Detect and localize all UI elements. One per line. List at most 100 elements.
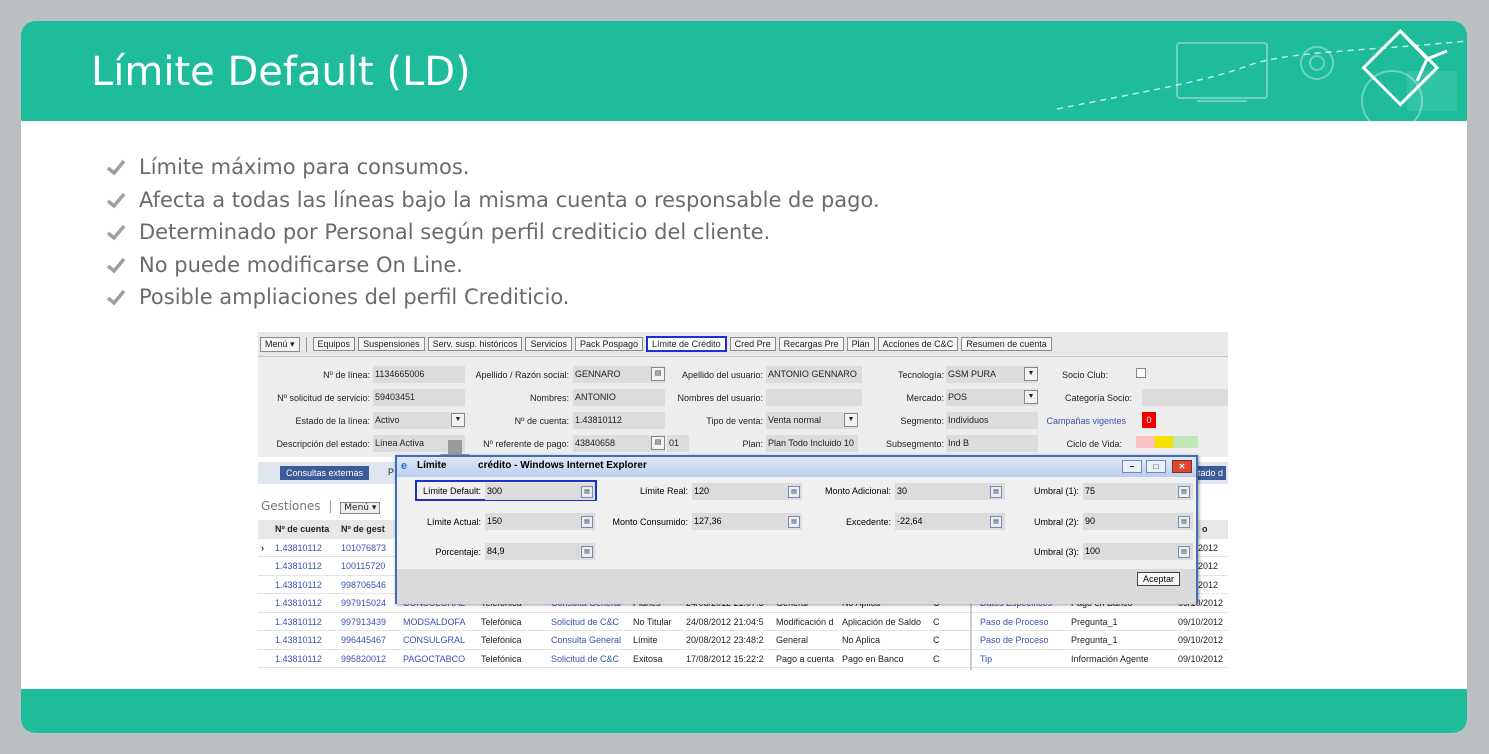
excedente-field[interactable]: -22,64 (895, 513, 1005, 530)
calculator-icon[interactable]: ▤ (581, 486, 593, 498)
cell-cuenta[interactable]: 1.43810112 (275, 635, 322, 645)
porcentaje-field[interactable]: 84,9 (485, 543, 595, 560)
chevron-down-icon[interactable]: ▼ (1024, 390, 1038, 404)
tab-acciones-cc[interactable]: Acciones de C&C (877, 337, 959, 351)
cell-tipo[interactable]: Solicitud de C&C (551, 654, 619, 664)
cell-gest[interactable]: 101076873 (341, 543, 386, 553)
bullet-text: Posible ampliaciones del perfil Creditic… (139, 285, 570, 310)
monto-adicional-field[interactable]: 30 (895, 483, 1005, 500)
cell-gest[interactable]: 998706546 (341, 580, 386, 590)
plan-field[interactable]: Plan Todo Incluido 10 (766, 435, 858, 452)
col-gest-header[interactable]: Nº de gest (341, 524, 385, 534)
tab-estado[interactable]: tado d (1194, 466, 1226, 480)
tab-consultas-externas[interactable]: Consultas externas (280, 466, 370, 480)
close-button[interactable]: ✕ (1172, 460, 1192, 473)
cell-cuenta[interactable]: 1.43810112 (275, 580, 322, 590)
calculator-icon[interactable]: ▤ (581, 546, 593, 558)
cell-tipo[interactable]: Solicitud de C&C (551, 617, 619, 627)
col-fecha-header[interactable]: o (1202, 524, 1208, 534)
cell-gest[interactable]: 100115720 (341, 561, 385, 571)
tab-plan[interactable]: Plan (846, 337, 875, 351)
monto-consumido-field[interactable]: 127,36 (692, 513, 802, 530)
aceptar-button[interactable]: Aceptar (1136, 572, 1180, 586)
calculator-icon[interactable]: ▤ (1178, 546, 1190, 558)
lookup-icon[interactable]: ▤ (651, 436, 665, 450)
cell-tipo[interactable]: Consulta General (551, 635, 621, 645)
col-cuenta-header[interactable]: Nº de cuenta (275, 524, 329, 534)
calculator-icon[interactable]: ▤ (1178, 486, 1190, 498)
tab-resumen-de-cuenta[interactable]: Resumen de cuenta (961, 337, 1052, 351)
menu-button[interactable]: Menú ▾ (260, 336, 300, 352)
tab-suspensiones[interactable]: Suspensiones (358, 337, 425, 351)
cell-gest[interactable]: 996445467 (341, 635, 386, 645)
minimize-button[interactable]: – (1122, 460, 1142, 473)
cell-cuenta[interactable]: 1.43810112 (275, 617, 322, 627)
right-cell-a[interactable]: Paso de Proceso (980, 635, 1049, 645)
cell-gest[interactable]: 997913439 (341, 617, 386, 627)
chevron-down-icon[interactable]: ▼ (1024, 367, 1038, 381)
tab-p[interactable]: P (388, 467, 394, 477)
cell-fecha: 20/08/2012 23:48:2 (686, 635, 764, 645)
limite-default-field[interactable]: 300 (485, 483, 595, 500)
lookup-icon[interactable]: ▤ (651, 367, 665, 381)
tab-recargas-pre[interactable]: Recargas Pre (778, 337, 844, 351)
limite-actual-field[interactable]: 150 (485, 513, 595, 530)
tab-equipos[interactable]: Equipos (312, 337, 356, 351)
nom-usuario-field[interactable] (766, 389, 862, 406)
ap-usuario-field[interactable]: ANTONIO GENNARO (766, 366, 862, 383)
categoria-field[interactable] (1142, 389, 1228, 406)
calculator-icon[interactable]: ▤ (788, 486, 800, 498)
umbral3-field[interactable]: 100 (1083, 543, 1193, 560)
cell-cod[interactable]: PAGOCTABCO (403, 654, 465, 664)
right-cell-a[interactable]: Paso de Proceso (980, 617, 1049, 627)
list-item: Determinado por Personal según perfil cr… (105, 216, 880, 249)
chevron-down-icon[interactable]: ▼ (844, 413, 858, 427)
cell-cod[interactable]: MODSALDOFA (403, 617, 466, 627)
cell-gest[interactable]: 997915024 (341, 598, 386, 608)
tab-cred-pre[interactable]: Cred Pre (729, 337, 776, 351)
calculator-icon[interactable]: ▤ (788, 516, 800, 528)
plan-label: Plan: (742, 439, 763, 449)
tab-servicios[interactable]: Servicios (525, 337, 572, 351)
tab-serv-susp-historicos[interactable]: Serv. susp. históricos (427, 337, 523, 351)
cuenta-label: Nº de cuenta: (514, 416, 569, 426)
campanias-link[interactable]: Campañas vigentes (1038, 416, 1126, 426)
table-row[interactable]: 1.43810112 995820012 PAGOCTABCO Telefónica S… (258, 650, 1228, 668)
customer-form: Nº de línea: 1134665006 Apellido / Razón… (258, 357, 1228, 457)
limite-real-field[interactable]: 120 (692, 483, 802, 500)
cell-cod[interactable]: CONSULGRAL (403, 635, 465, 645)
cuenta-field[interactable]: 1.43810112 (573, 412, 665, 429)
cell-sub: Exitosa (633, 653, 663, 664)
segmento-field[interactable]: Individuos (946, 412, 1038, 429)
table-row[interactable]: 1.43810112 996445467 CONSULGRAL Telefónica C… (258, 631, 1228, 650)
table-row[interactable]: 1.43810112 997913439 MODSALDOFA Telefónica S… (258, 613, 1228, 631)
maximize-button[interactable]: □ (1146, 460, 1166, 473)
calculator-icon[interactable]: ▤ (1178, 516, 1190, 528)
linea-field[interactable]: 1134665006 (373, 366, 465, 383)
calculator-icon[interactable]: ▤ (581, 516, 593, 528)
row-selector-icon: › (261, 542, 264, 553)
cell-cuenta[interactable]: 1.43810112 (275, 561, 322, 571)
tab-pack-pospago[interactable]: Pack Pospago (575, 337, 644, 351)
calculator-icon[interactable]: ▤ (990, 516, 1002, 528)
cell-cuenta[interactable]: 1.43810112 (275, 598, 322, 608)
umbral1-field[interactable]: 75 (1083, 483, 1193, 500)
cell-sub: Límite (633, 635, 658, 645)
calculator-icon[interactable]: ▤ (990, 486, 1002, 498)
cell-cuenta[interactable]: 1.43810112 (275, 654, 322, 664)
right-cell-a[interactable]: Tip (980, 654, 992, 664)
solicitud-field[interactable]: 59403451 (373, 389, 465, 406)
slide-title: Límite Default (LD) (91, 49, 471, 95)
nombres-field[interactable]: ANTONIO (573, 389, 665, 406)
cell-gest[interactable]: 995820012 (341, 654, 386, 664)
gestiones-menu-button[interactable]: Menú ▾ (340, 502, 381, 514)
socio-checkbox[interactable] (1136, 368, 1146, 378)
cell-mot: General (776, 635, 809, 645)
ciclo-label: Ciclo de Vida: (1066, 439, 1122, 449)
cell-cuenta[interactable]: 1.43810112 (275, 543, 322, 553)
cell-emp: Telefónica (481, 616, 522, 627)
toolbar-divider (305, 336, 307, 352)
umbral2-field[interactable]: 90 (1083, 513, 1193, 530)
tab-limite-de-credito[interactable]: Límite de Crédito (646, 336, 727, 352)
subseg-field[interactable]: Ind B (946, 435, 1038, 452)
